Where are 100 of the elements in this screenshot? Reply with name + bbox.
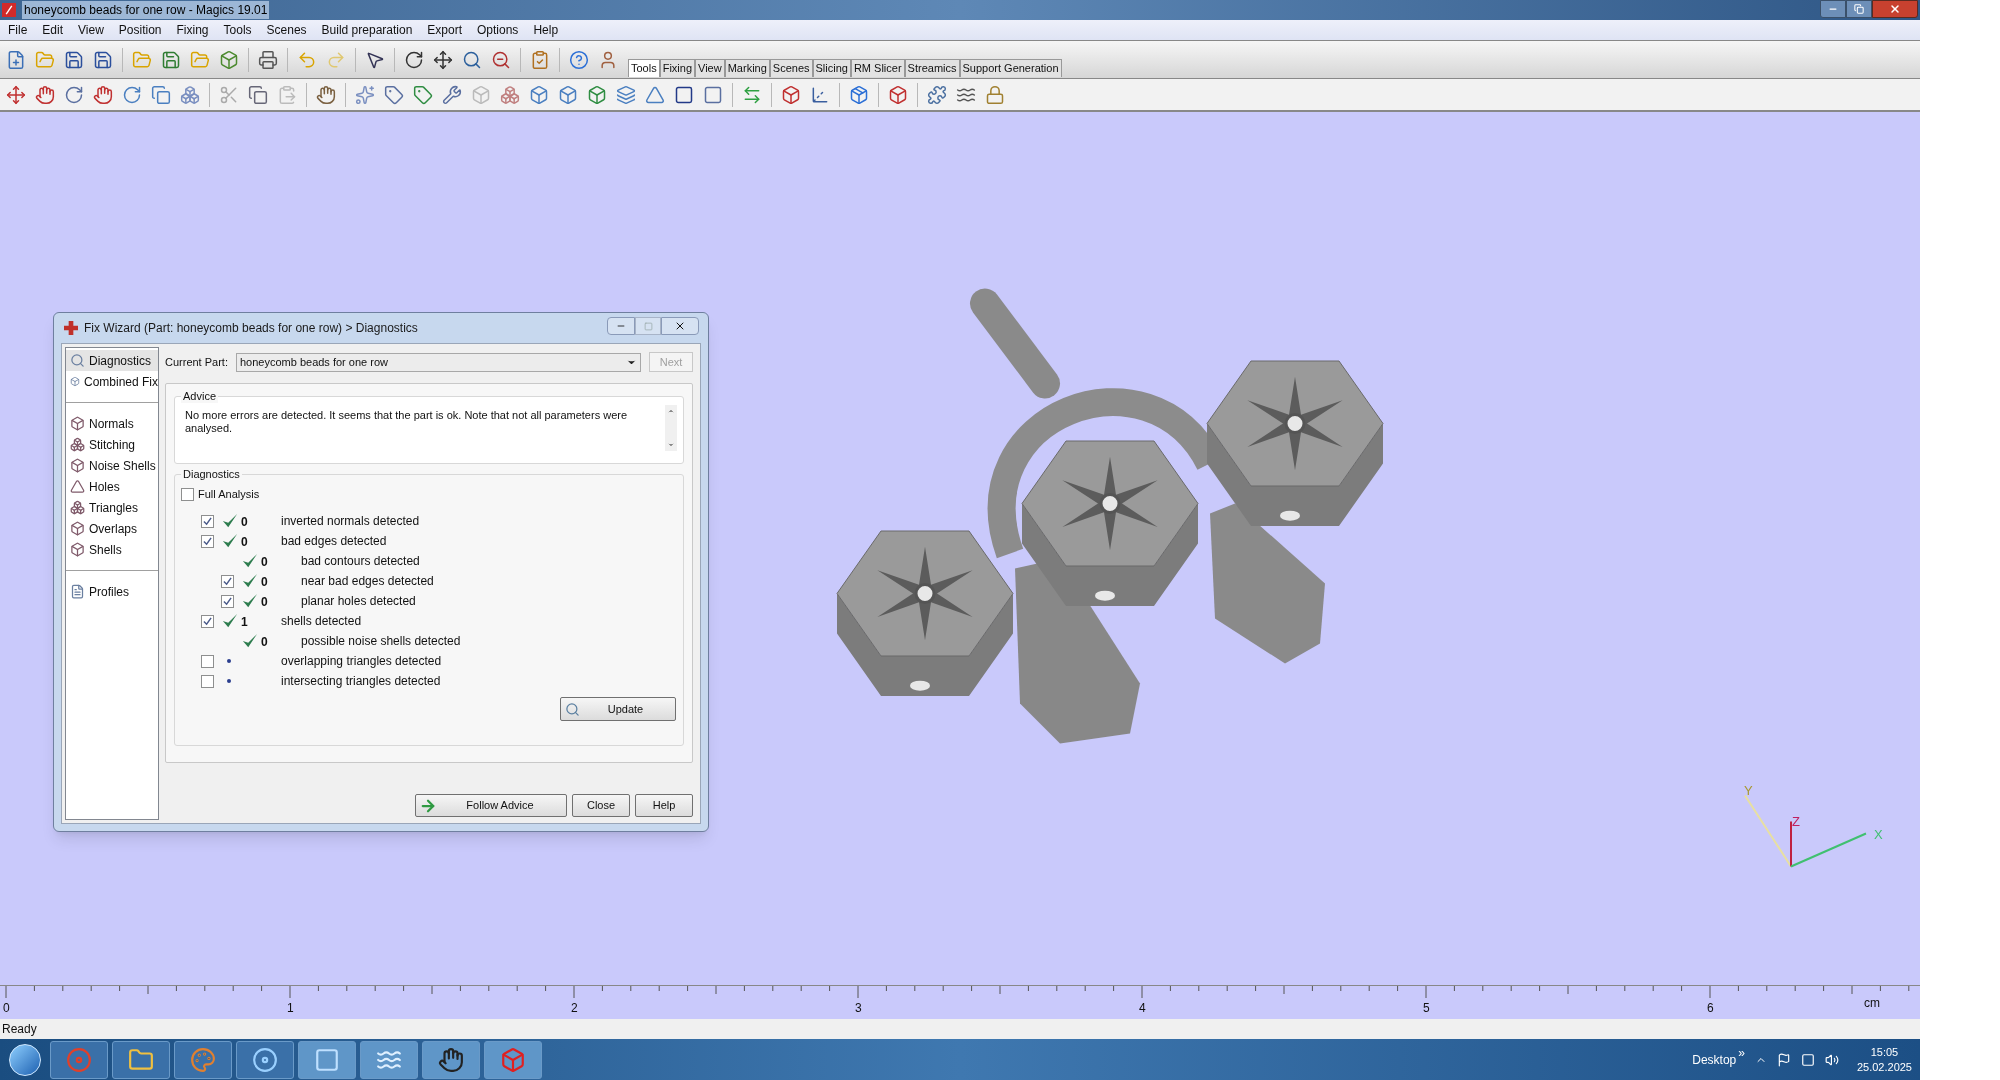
chevron-button[interactable]: » xyxy=(1738,1043,1745,1062)
diagnostic-label: intersecting triangles detected xyxy=(281,673,441,690)
toolbar-tab[interactable]: Slicing xyxy=(812,59,851,77)
diagnostic-label: bad edges detected xyxy=(281,533,387,550)
menu-item[interactable]: Options xyxy=(477,21,519,39)
checkbox[interactable] xyxy=(201,534,214,548)
status-text: Ready xyxy=(2,1021,37,1038)
count-value: 0 xyxy=(241,535,248,549)
ruler-label: 0 xyxy=(3,1000,10,1017)
checkbox[interactable] xyxy=(201,514,214,528)
menu-item[interactable]: View xyxy=(78,21,104,39)
group-title: Advice xyxy=(181,389,219,403)
diagnostic-label: overlapping triangles detected xyxy=(281,653,442,670)
magnifier-icon xyxy=(565,701,580,717)
count-value: 0 xyxy=(261,595,268,609)
sidebar-item[interactable]: Noise Shells xyxy=(66,455,158,476)
sidebar-item[interactable]: Combined Fix xyxy=(66,371,158,392)
menu-item[interactable]: Export xyxy=(427,21,462,39)
menu-item[interactable]: Help xyxy=(533,21,559,39)
toolbar-tab[interactable]: View xyxy=(695,59,725,77)
sidebar-item[interactable]: Normals xyxy=(66,413,158,434)
maximize-icon xyxy=(643,321,653,331)
checkbox[interactable] xyxy=(221,594,234,608)
ruler-label: 3 xyxy=(855,1000,862,1017)
menu-item[interactable]: Position xyxy=(118,21,162,39)
restore-icon xyxy=(1854,4,1864,14)
dialog-button[interactable]: Help xyxy=(635,794,693,817)
toolbar-tab[interactable]: Marking xyxy=(724,59,770,77)
dialog-title: Fix Wizard (Part: honeycomb beads for one row) > Diagnostics xyxy=(84,320,418,337)
dialog-button[interactable]: Follow Advice xyxy=(415,794,567,817)
ring-logo-icon[interactable] xyxy=(236,1040,294,1079)
toolbar-tab[interactable]: RM Slicer xyxy=(850,59,905,77)
menu-item[interactable]: Build preparation xyxy=(321,21,413,39)
toolbar-tab[interactable]: Scenes xyxy=(769,59,813,77)
ruler-label: 4 xyxy=(1139,1000,1146,1017)
scroll-up-icon[interactable] xyxy=(667,407,675,415)
diagnostic-label: possible noise shells detected xyxy=(301,633,461,650)
sidebar-item[interactable]: Profiles xyxy=(66,581,158,602)
checkbox[interactable] xyxy=(201,614,214,628)
cross-icon xyxy=(64,321,78,335)
close-icon xyxy=(674,320,686,332)
count-value: 0 xyxy=(261,575,268,589)
window-title: honeycomb beads for one row - Magics 19.01 xyxy=(22,1,270,19)
toolbar-tab[interactable]: Tools xyxy=(628,59,660,77)
current-part-label: Current Part: xyxy=(165,354,228,370)
minimize-button[interactable] xyxy=(607,317,635,335)
ruler-label: 2 xyxy=(571,1000,578,1017)
update-button[interactable]: Update xyxy=(560,697,676,721)
toolbar-tab[interactable]: Streamics xyxy=(904,59,960,77)
diagnostic-label: shells detected xyxy=(281,613,362,630)
clock[interactable]: 15:05 25.02.2025 xyxy=(1856,1044,1912,1075)
sidebar-item[interactable]: Stitching xyxy=(66,434,158,455)
checkbox-label: Full Analysis xyxy=(198,486,260,502)
sidebar-item[interactable]: Diagnostics xyxy=(66,350,158,371)
menu-item[interactable]: Tools xyxy=(223,21,252,39)
sidebar-item[interactable]: Holes xyxy=(66,476,158,497)
speaker-icon[interactable] xyxy=(1824,1052,1839,1067)
sidebar-item[interactable]: Shells xyxy=(66,539,158,560)
checkbox[interactable] xyxy=(201,654,214,668)
count-value: 0 xyxy=(261,555,268,569)
count-value: 0 xyxy=(241,515,248,529)
axis-triad-icon xyxy=(1744,794,1867,868)
count-value: 1 xyxy=(241,615,248,629)
menu-item[interactable]: File xyxy=(8,21,28,39)
checkbox[interactable] xyxy=(201,674,214,688)
part-dropdown[interactable]: honeycomb beads for one row xyxy=(235,352,641,372)
toolbar-tab[interactable]: Fixing xyxy=(659,59,696,77)
diagnostic-label: planar holes detected xyxy=(301,593,416,610)
sidebar-item[interactable]: Overlaps xyxy=(66,518,158,539)
ruler-label: 1 xyxy=(287,1000,294,1017)
toolbar-tab[interactable]: Support Generation xyxy=(959,59,1062,77)
ruler-unit: cm xyxy=(1864,995,1880,1012)
menu-item[interactable]: Fixing xyxy=(176,21,209,39)
dialog-button[interactable]: Close xyxy=(572,794,630,817)
close-button[interactable] xyxy=(1872,0,1918,18)
document-icon xyxy=(70,584,85,599)
diagnostic-label: bad contours detected xyxy=(301,553,420,570)
flag-icon[interactable] xyxy=(1776,1052,1791,1067)
scrollbar[interactable] xyxy=(665,405,677,451)
diagnostic-label: inverted normals detected xyxy=(281,513,420,530)
full-analysis-checkbox[interactable] xyxy=(181,487,194,501)
palette-icon[interactable] xyxy=(174,1040,232,1079)
desktop-toolbar-label[interactable]: Desktop xyxy=(1692,1050,1737,1069)
advice-text: No more errors are detected. It seems that the part is ok. Note that not all parameters were analysed. xyxy=(185,409,629,435)
minimize-button[interactable] xyxy=(1820,0,1846,18)
menu-item[interactable]: Edit xyxy=(42,21,64,39)
group-title: Diagnostics xyxy=(181,467,242,481)
menu-item[interactable]: Scenes xyxy=(266,21,307,39)
ruler-label: 5 xyxy=(1423,1000,1430,1017)
sidebar-item[interactable]: Triangles xyxy=(66,497,158,518)
restore-button[interactable] xyxy=(1846,0,1872,18)
diagnostic-label: near bad edges detected xyxy=(301,573,434,590)
folder-icon[interactable] xyxy=(112,1040,170,1079)
magnifier-icon xyxy=(70,353,85,368)
ruler-label: 6 xyxy=(1707,1000,1714,1017)
tile-icon[interactable] xyxy=(298,1040,356,1079)
axis-label: Z xyxy=(1792,813,1800,829)
close-icon xyxy=(1889,3,1901,15)
scroll-down-icon[interactable] xyxy=(667,441,675,449)
checkbox[interactable] xyxy=(221,574,234,588)
